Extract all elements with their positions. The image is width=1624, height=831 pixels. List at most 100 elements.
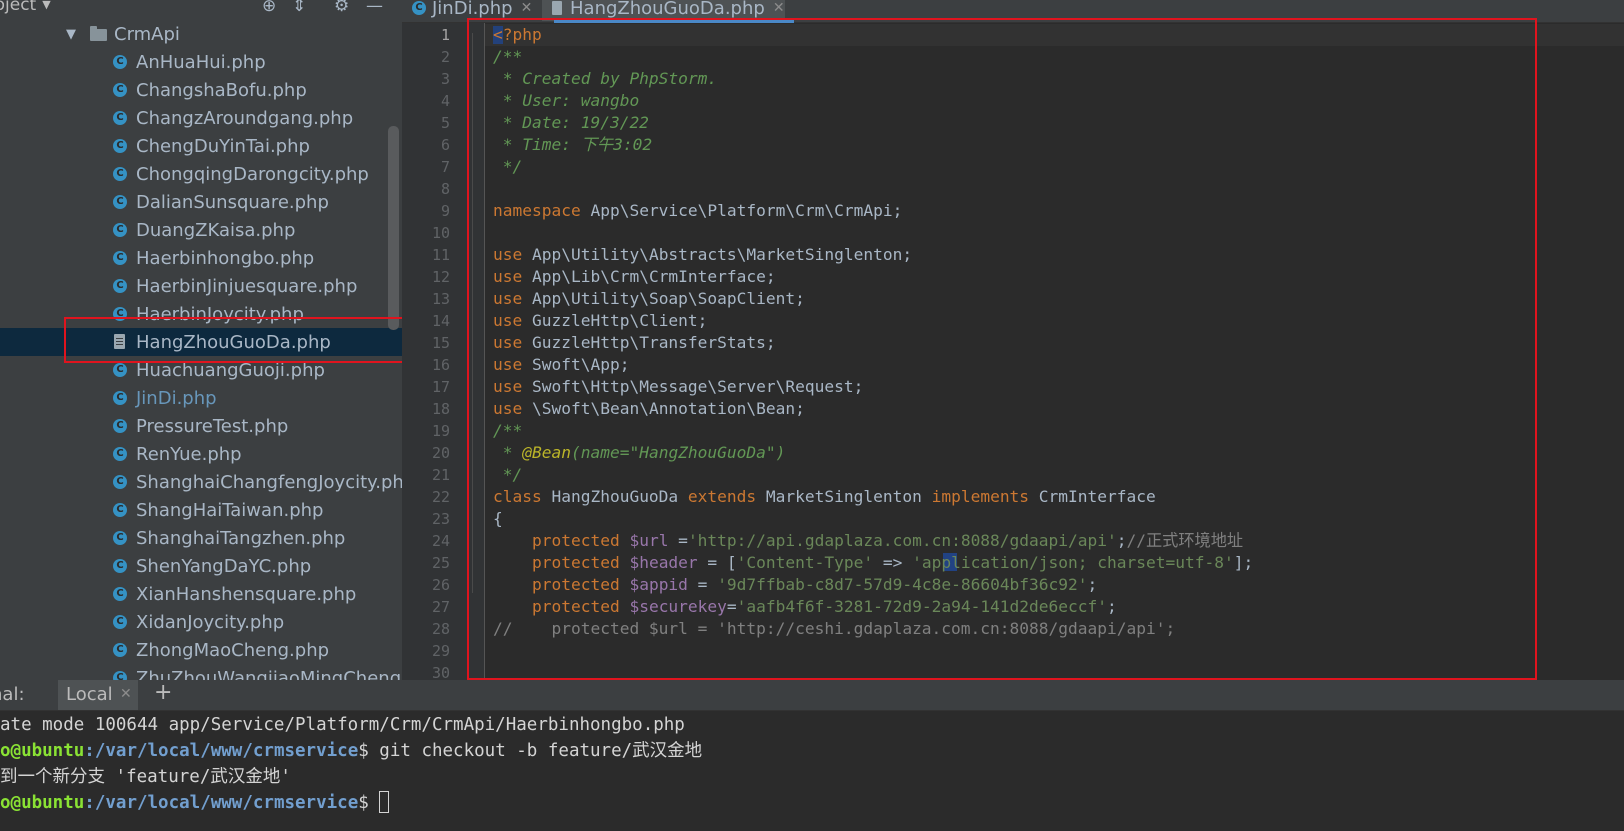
code-editor[interactable]: 1 2 3 4 5 6 7 8 9 10 11 12 13 14 15 16 17 18 19 20 21 22 23 24 2… — [402, 23, 1624, 680]
document-icon — [114, 334, 125, 349]
code-line[interactable]: /** — [493, 46, 522, 68]
code-line[interactable]: // protected $url = 'http://ceshi.gdapla… — [493, 618, 1175, 640]
line-number: 18 — [431, 400, 450, 418]
code-line[interactable]: * User: wangbo — [493, 90, 639, 112]
tree-file-item[interactable]: C ChangshaBofu.php — [0, 76, 402, 104]
tree-file-item[interactable]: C RenYue.php — [0, 440, 402, 468]
code-line[interactable]: protected $appid = '9d7ffbab-c8d7-57d9-4… — [493, 574, 1097, 596]
tree-file-item[interactable]: C ChengDuYinTai.php — [0, 132, 402, 160]
code-line[interactable]: use Swoft\App; — [493, 354, 629, 376]
file-label: HuachuangGuoji.php — [136, 359, 325, 381]
file-label: Haerbinhongbo.php — [136, 247, 315, 269]
code-line[interactable]: use \Swoft\Bean\Annotation\Bean; — [493, 398, 805, 420]
code-line[interactable]: use App\Lib\Crm\CrmInterface; — [493, 266, 776, 288]
php-file-icon: C — [113, 643, 127, 657]
code-line[interactable]: use App\Utility\Abstracts\MarketSinglent… — [493, 244, 912, 266]
terminal-panel: inal: Local ✕ + ate mode 100644 app/Serv… — [0, 680, 1624, 831]
terminal-output-text: ate mode 100644 app/Service/Platform/Crm… — [0, 715, 685, 735]
new-terminal-plus-icon[interactable]: + — [154, 680, 172, 705]
tree-file-item[interactable]: C ZhuZhouWangjiaoMingCheng — [0, 664, 402, 680]
tree-file-item[interactable]: C DalianSunsquare.php — [0, 188, 402, 216]
file-label: XidanJoycity.php — [136, 611, 285, 633]
php-file-icon: C — [113, 475, 127, 489]
terminal-line: o@ubuntu:/var/local/www/crmservice$ git … — [0, 738, 702, 764]
prompt-path: :/var/local/www/crmservice — [84, 741, 359, 761]
tree-file-item[interactable]: C HuachuangGuoji.php — [0, 356, 402, 384]
tree-file-item[interactable]: C Haerbinhongbo.php — [0, 244, 402, 272]
code-line[interactable]: * Created by PhpStorm. — [493, 68, 717, 90]
tree-file-item[interactable]: C ChongqingDarongcity.php — [0, 160, 402, 188]
php-file-icon: C — [113, 447, 127, 461]
tree-file-item[interactable]: C XianHanshensquare.php — [0, 580, 402, 608]
tree-file-item[interactable]: C HaerbinJoycity.php — [0, 300, 402, 328]
hide-panel-icon[interactable]: — — [366, 0, 383, 16]
project-view-selector[interactable]: roject▼ — [0, 0, 51, 15]
project-panel-header: roject▼ ⊕ ⇕ ⚙ — — [0, 0, 402, 20]
code-line[interactable]: use GuzzleHttp\TransferStats; — [493, 332, 776, 354]
close-icon[interactable]: ✕ — [773, 0, 785, 16]
code-line[interactable]: { — [493, 508, 503, 530]
fold-guide — [472, 33, 473, 593]
file-label: ChengDuYinTai.php — [136, 135, 310, 157]
tree-folder-crmapi[interactable]: ▼ CrmApi — [0, 20, 402, 48]
gutter-divider — [484, 23, 485, 680]
php-file-icon: C — [113, 363, 127, 377]
code-line[interactable]: <?php — [493, 24, 542, 46]
code-line[interactable]: protected $securekey='aafb4f6f-3281-72d9… — [493, 596, 1117, 618]
line-number: 8 — [440, 180, 450, 198]
code-line[interactable]: use Swoft\Http\Message\Server\Request; — [493, 376, 863, 398]
tab-label: HangZhouGuoDa.php — [570, 0, 765, 19]
tree-file-item[interactable]: C ShanghaiChangfengJoycity.php — [0, 468, 402, 496]
tree-file-item[interactable]: C ShanghaiTangzhen.php — [0, 524, 402, 552]
tree-file-item[interactable]: C JinDi.php — [0, 384, 402, 412]
file-label: DalianSunsquare.php — [136, 191, 329, 213]
chevron-down-icon[interactable]: ▼ — [42, 0, 50, 11]
tab-hangzhouguoda[interactable]: HangZhouGuoDa.php ✕ — [542, 0, 785, 21]
tree-file-item[interactable]: C DuangZKaisa.php — [0, 216, 402, 244]
tree-file-item[interactable]: C HaerbinJinjuesquare.php — [0, 272, 402, 300]
file-label: HangZhouGuoDa.php — [136, 331, 331, 353]
gear-icon[interactable]: ⚙ — [334, 0, 349, 16]
code-line[interactable]: */ — [493, 464, 523, 486]
tree-file-item[interactable]: C PressureTest.php — [0, 412, 402, 440]
code-line[interactable]: * Date: 19/3/22 — [493, 112, 649, 134]
close-icon[interactable]: ✕ — [120, 686, 132, 702]
code-line[interactable]: * @Bean(name="HangZhouGuoDa") — [493, 442, 786, 464]
code-line[interactable]: use GuzzleHttp\Client; — [493, 310, 707, 332]
file-label: HaerbinJinjuesquare.php — [136, 275, 358, 297]
tree-file-item[interactable]: C ChangzAroundgang.php — [0, 104, 402, 132]
tree-scrollbar[interactable] — [388, 126, 399, 330]
code-line[interactable]: use App\Utility\Soap\SoapClient; — [493, 288, 805, 310]
terminal-output-text: 到一个新分支 'feature/武汉金地' — [0, 767, 291, 787]
code-line[interactable]: protected $header = ['Content-Type' => '… — [493, 552, 1253, 574]
tree-file-item[interactable]: C AnHuaHui.php — [0, 48, 402, 76]
php-file-icon: C — [113, 83, 127, 97]
code-line[interactable]: class HangZhouGuoDa extends MarketSingle… — [493, 486, 1156, 508]
collapse-all-icon[interactable]: ⇕ — [292, 0, 306, 16]
tree-file-item[interactable]: C XidanJoycity.php — [0, 608, 402, 636]
code-line[interactable]: */ — [493, 156, 523, 178]
close-icon[interactable]: ✕ — [521, 0, 533, 16]
line-number: 16 — [431, 356, 450, 374]
file-label: RenYue.php — [136, 443, 242, 465]
folder-icon — [90, 26, 107, 41]
code-line[interactable]: * Time: 下午3:02 — [493, 134, 652, 156]
code-line[interactable]: protected $url ='http://api.gdaplaza.com… — [493, 530, 1243, 552]
tree-file-item[interactable]: C ZhongMaoCheng.php — [0, 636, 402, 664]
chevron-down-icon[interactable]: ▼ — [66, 27, 76, 42]
line-number: 20 — [431, 444, 450, 462]
line-number: 25 — [431, 554, 450, 572]
tab-jindi[interactable]: C JinDi.php ✕ — [404, 0, 532, 21]
code-line[interactable]: namespace App\Service\Platform\Crm\CrmAp… — [493, 200, 902, 222]
tree-file-item[interactable]: HangZhouGuoDa.php — [0, 328, 402, 356]
tree-file-item[interactable]: C ShenYangDaYC.php — [0, 552, 402, 580]
terminal-tab-local[interactable]: Local ✕ — [58, 680, 138, 710]
php-file-icon: C — [113, 167, 127, 181]
line-number: 11 — [431, 246, 450, 264]
tree-file-item[interactable]: C ShangHaiTaiwan.php — [0, 496, 402, 524]
terminal-tab-bar: inal: Local ✕ + — [0, 680, 1624, 711]
code-line[interactable]: /** — [493, 420, 522, 442]
target-icon[interactable]: ⊕ — [262, 0, 276, 16]
line-number: 13 — [431, 290, 450, 308]
php-file-icon: C — [113, 139, 127, 153]
